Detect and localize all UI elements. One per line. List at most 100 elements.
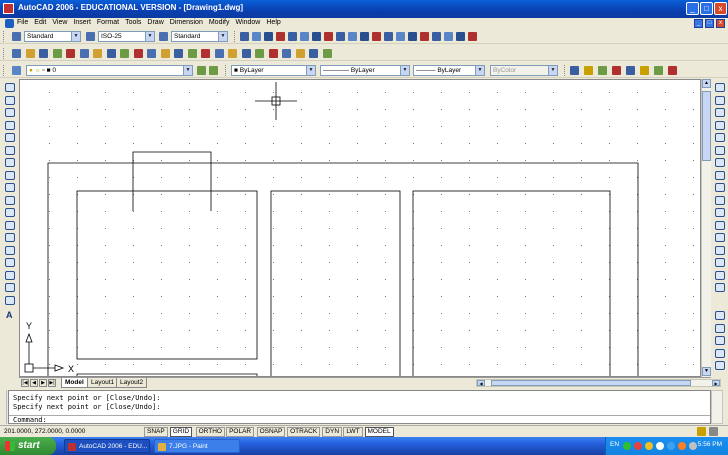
sheet-set-icon[interactable]	[282, 49, 291, 58]
tray-icon[interactable]	[667, 442, 675, 450]
dim-edit-icon[interactable]	[408, 32, 417, 41]
baseline-icon[interactable]	[348, 32, 357, 41]
jogged-icon[interactable]	[300, 32, 309, 41]
command-window[interactable]: Specify next point or [Close/Undo]: Spec…	[8, 390, 711, 424]
extend-icon[interactable]	[715, 208, 725, 217]
tray-icon[interactable]	[678, 442, 686, 450]
close-button[interactable]: x	[714, 2, 727, 15]
start-button[interactable]: start	[0, 437, 56, 455]
array-icon[interactable]	[715, 133, 725, 142]
design-center-icon[interactable]	[255, 49, 264, 58]
leader-icon[interactable]	[372, 32, 381, 41]
menu-item-help[interactable]: Help	[266, 19, 280, 26]
ellipse-icon[interactable]	[5, 195, 15, 205]
chevron-down-icon[interactable]: ▼	[145, 32, 154, 41]
command-scrollbar[interactable]	[711, 390, 723, 424]
tray-icon[interactable]	[656, 442, 664, 450]
table-style-select[interactable]: Standard ▼	[171, 31, 228, 42]
block-editor-icon[interactable]	[147, 49, 156, 58]
gradient-icon[interactable]	[5, 270, 15, 280]
dim-style-icon[interactable]	[86, 32, 95, 41]
draw-order-icon[interactable]	[715, 311, 725, 320]
angular-icon[interactable]	[324, 32, 333, 41]
fillet-icon[interactable]	[715, 270, 725, 280]
tab-layout1[interactable]: Layout1	[87, 378, 119, 388]
maximize-button[interactable]: □	[700, 2, 713, 15]
minimize-button[interactable]: _	[686, 2, 699, 15]
speaker-icon[interactable]	[689, 442, 697, 450]
tray-icon[interactable]	[645, 442, 653, 450]
linetype-select[interactable]: ———— ByLayer ▼	[320, 65, 410, 76]
construction-line-icon[interactable]	[5, 95, 15, 105]
open-file-icon[interactable]	[25, 49, 35, 58]
ellipse-arc-icon[interactable]	[5, 208, 15, 217]
tray-icon[interactable]	[634, 442, 642, 450]
aligned-dim-icon[interactable]	[252, 32, 261, 41]
taskbar-item-autocad[interactable]: AutoCAD 2006 - EDU...	[64, 439, 150, 453]
cut-icon[interactable]	[93, 49, 102, 58]
toolbar-grip[interactable]	[3, 65, 6, 76]
linear-dim-icon[interactable]	[240, 32, 249, 41]
clock[interactable]: 5:56 PM	[698, 441, 722, 448]
chevron-down-icon[interactable]: ▼	[306, 66, 315, 75]
bring-front-icon[interactable]	[715, 323, 725, 333]
erase-icon[interactable]	[715, 83, 725, 92]
first-tab-button[interactable]: |◀	[21, 379, 29, 387]
help-icon[interactable]	[322, 49, 332, 58]
below-objects-icon[interactable]	[715, 361, 725, 370]
named-views-icon[interactable]	[570, 66, 579, 75]
menu-item-dimension[interactable]: Dimension	[170, 19, 203, 26]
status-toggle-polar[interactable]: POLAR	[226, 427, 255, 437]
horizontal-scrollbar[interactable]: ◀ ▶	[476, 379, 721, 387]
explode-icon[interactable]	[715, 283, 725, 292]
dim-style-select[interactable]: ISO-25 ▼	[98, 31, 155, 42]
polyline-icon[interactable]	[5, 108, 15, 117]
stretch-icon[interactable]	[715, 183, 725, 192]
multiline-text-icon[interactable]: A	[6, 310, 13, 320]
materials-icon[interactable]	[626, 66, 635, 75]
text-style-icon[interactable]	[12, 32, 21, 41]
outer-frame-line[interactable]	[47, 162, 639, 377]
chevron-down-icon[interactable]: ▼	[400, 66, 409, 75]
scroll-down-button[interactable]: ▼	[702, 367, 711, 376]
toolbar-grip[interactable]	[3, 31, 6, 42]
zoom-window-icon[interactable]	[214, 49, 224, 58]
lights-icon[interactable]	[640, 66, 649, 75]
doc-restore-button[interactable]: □	[705, 19, 714, 28]
new-file-icon[interactable]	[12, 49, 21, 58]
scroll-thumb[interactable]	[702, 91, 711, 161]
scene-icon[interactable]	[654, 66, 663, 75]
status-toggle-dyn[interactable]: DYN	[322, 427, 343, 437]
dim-text-edit-icon[interactable]	[420, 32, 429, 41]
tray-icon[interactable]	[623, 442, 631, 450]
quick-dim-icon[interactable]	[336, 32, 345, 41]
vertical-scrollbar[interactable]: ▲ ▼	[701, 79, 711, 377]
copy-object-icon[interactable]	[715, 95, 725, 105]
menu-item-tools[interactable]: Tools	[125, 19, 141, 26]
chamfer-icon[interactable]	[715, 258, 725, 267]
properties-icon[interactable]	[241, 49, 251, 58]
arc-icon[interactable]	[5, 145, 15, 155]
paste-icon[interactable]	[120, 49, 129, 58]
shade-icon[interactable]	[598, 66, 607, 75]
menu-item-file[interactable]: File	[17, 19, 28, 26]
layer-manager-icon[interactable]	[12, 66, 21, 75]
copy-icon[interactable]	[106, 49, 116, 58]
redo-icon[interactable]	[174, 49, 183, 58]
communication-center-icon[interactable]	[697, 427, 706, 436]
zoom-realtime-icon[interactable]	[201, 49, 210, 58]
continue-icon[interactable]	[360, 32, 369, 41]
make-object-layer-current-icon[interactable]	[197, 66, 206, 75]
rotate-icon[interactable]	[715, 158, 725, 167]
menu-item-format[interactable]: Format	[97, 19, 119, 26]
menu-item-window[interactable]: Window	[235, 19, 260, 26]
center-mark-icon[interactable]	[396, 32, 405, 41]
status-toggle-osnap[interactable]: OSNAP	[256, 427, 286, 437]
status-toggle-snap[interactable]: SNAP	[144, 427, 168, 437]
dim-override-icon[interactable]	[456, 32, 465, 41]
language-indicator[interactable]: EN	[610, 441, 619, 448]
next-tab-button[interactable]: ▶	[39, 379, 47, 387]
table-style-icon[interactable]	[159, 32, 168, 41]
rectangle-icon[interactable]	[5, 133, 15, 142]
trim-icon[interactable]	[715, 195, 725, 205]
